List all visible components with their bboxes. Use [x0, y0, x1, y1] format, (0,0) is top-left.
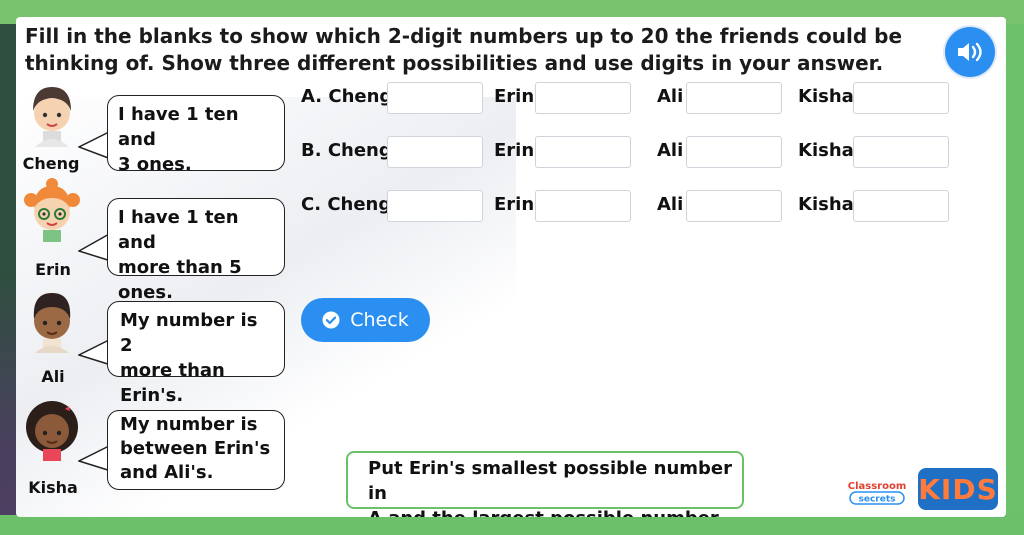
question-card: Fill in the blanks to show which 2-digit…	[16, 17, 1006, 517]
kids-logo-text: KIDS	[918, 472, 998, 506]
row-a-kisha-input[interactable]	[853, 82, 949, 114]
kisha-avatar	[26, 401, 78, 461]
row-b-erin-input[interactable]	[535, 136, 631, 168]
kisha-speech-line-1: My number is	[120, 414, 258, 435]
ali-speech-line-2: more than Erin's.	[120, 360, 225, 406]
erin-speech-bubble: I have 1 ten and more than 5 ones.	[107, 198, 285, 303]
row-c-erin-label: Erin	[494, 194, 535, 215]
logo-line-1: Classroom	[848, 481, 907, 492]
row-b-erin-label: Erin	[494, 140, 535, 161]
ali-avatar	[33, 293, 71, 353]
hint-line-1: Put Erin's smallest possible number in	[368, 458, 733, 504]
cheng-avatar	[33, 87, 71, 147]
check-button[interactable]: Check	[301, 298, 430, 342]
cheng-name: Cheng	[22, 154, 80, 173]
row-a-cheng-label: A. Cheng	[301, 86, 393, 107]
row-c-kisha-label: Kisha	[798, 194, 854, 215]
row-b-kisha-input[interactable]	[853, 136, 949, 168]
row-b-cheng-label: B. Cheng	[301, 140, 392, 161]
hint-box: Put Erin's smallest possible number in A…	[346, 451, 744, 517]
ali-speech-line-1: My number is 2	[120, 310, 258, 356]
row-a-erin-label: Erin	[494, 86, 535, 107]
erin-avatar	[24, 178, 80, 242]
row-c-erin-input[interactable]	[535, 190, 631, 222]
classroom-secrets-logo: Classroom secrets	[848, 481, 907, 505]
row-b-cheng-input[interactable]	[387, 136, 483, 168]
row-a-erin-input[interactable]	[535, 82, 631, 114]
row-c-ali-label: Ali	[657, 194, 684, 215]
row-c-kisha-input[interactable]	[853, 190, 949, 222]
row-c-cheng-label: C. Cheng	[301, 194, 392, 215]
logo-line-2: secrets	[859, 495, 896, 505]
row-a-cheng-input[interactable]	[387, 82, 483, 114]
erin-speech-line-2: more than 5 ones.	[118, 257, 242, 303]
check-button-label: Check	[350, 309, 409, 331]
row-a-ali-input[interactable]	[686, 82, 782, 114]
hint-line-2: A and the largest possible number in C.	[368, 506, 742, 517]
question-text: Fill in the blanks to show which 2-digit…	[25, 24, 903, 75]
cheng-speech-bubble: I have 1 ten and 3 ones.	[107, 95, 285, 175]
audio-button[interactable]	[945, 27, 995, 77]
ali-speech-bubble: My number is 2 more than Erin's.	[107, 301, 285, 406]
kisha-name: Kisha	[28, 478, 78, 497]
kids-logo: KIDS	[918, 468, 998, 510]
row-c-ali-input[interactable]	[686, 190, 782, 222]
cheng-speech-line-2: 3 ones.	[118, 154, 192, 175]
erin-speech-line-1: I have 1 ten and	[118, 207, 239, 253]
row-b-ali-input[interactable]	[686, 136, 782, 168]
kisha-speech-line-2: between Erin's	[120, 438, 271, 459]
row-a-ali-label: Ali	[657, 86, 684, 107]
kisha-speech-bubble: My number is between Erin's and Ali's.	[107, 410, 285, 490]
kisha-speech-line-3: and Ali's.	[120, 462, 214, 483]
row-c-cheng-input[interactable]	[387, 190, 483, 222]
cheng-speech-line-1: I have 1 ten and	[118, 104, 239, 150]
background-bottom-band	[0, 515, 1024, 535]
row-b-kisha-label: Kisha	[798, 140, 854, 161]
check-circle-icon	[322, 311, 340, 329]
speaker-icon	[958, 42, 982, 62]
row-b-ali-label: Ali	[657, 140, 684, 161]
row-a-kisha-label: Kisha	[798, 86, 854, 107]
